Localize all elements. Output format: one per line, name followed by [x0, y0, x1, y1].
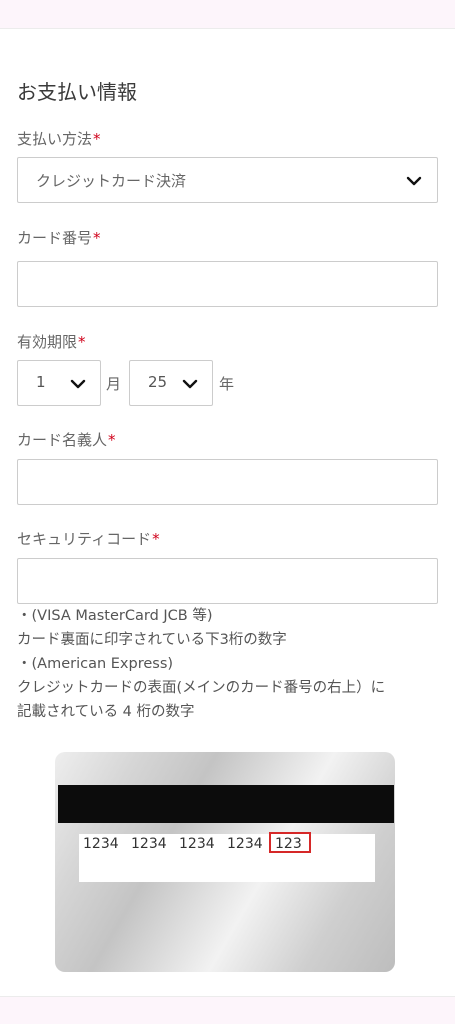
payment-form-page: お支払い情報 支払い方法* クレジットカード決済 カード番号* 有効期限* 1 …: [0, 0, 455, 1024]
security-note-line: ・(American Express): [17, 656, 174, 672]
cvv-digits: 123: [275, 836, 302, 852]
chevron-down-icon: [404, 171, 424, 191]
card-number-group: 1234: [227, 836, 263, 852]
security-note-line: カード裏面に印字されている下3桁の数字: [17, 632, 287, 648]
expiry-month-select[interactable]: 1: [17, 360, 101, 406]
section-title: お支払い情報: [17, 80, 137, 104]
security-note-line: ・(VISA MasterCard JCB 等): [17, 608, 213, 624]
security-code-input[interactable]: [17, 558, 438, 604]
payment-method-value: クレジットカード決済: [36, 172, 187, 190]
header-bar: [0, 0, 455, 29]
card-holder-input[interactable]: [17, 459, 438, 505]
card-holder-label: カード名義人*: [17, 431, 116, 449]
required-mark: *: [78, 333, 86, 351]
card-number-group: 1234: [179, 836, 215, 852]
required-mark: *: [93, 130, 101, 148]
magnetic-stripe: [58, 785, 394, 823]
month-unit: 月: [106, 375, 122, 393]
payment-method-label: 支払い方法*: [17, 130, 101, 148]
security-note-line: 記載されている 4 桁の数字: [17, 704, 195, 720]
security-note-line: クレジットカードの表面(メインのカード番号の右上）に: [17, 680, 386, 696]
required-mark: *: [108, 431, 116, 449]
footer-bar: [0, 996, 455, 1024]
card-back-illustration: 1234 1234 1234 1234 123: [55, 752, 395, 972]
expiry-label: 有効期限*: [17, 333, 86, 351]
year-unit: 年: [219, 375, 235, 393]
chevron-down-icon: [180, 374, 200, 394]
expiry-year-select[interactable]: 25: [129, 360, 213, 406]
card-number-input[interactable]: [17, 261, 438, 307]
security-code-label: セキュリティコード*: [17, 530, 160, 548]
payment-method-select[interactable]: クレジットカード決済: [17, 157, 438, 203]
expiry-year-value: 25: [148, 373, 168, 391]
required-mark: *: [152, 530, 160, 548]
card-number-label: カード番号*: [17, 229, 101, 247]
expiry-month-value: 1: [36, 373, 46, 391]
chevron-down-icon: [68, 374, 88, 394]
card-number-group: 1234: [83, 836, 119, 852]
card-number-group: 1234: [131, 836, 167, 852]
required-mark: *: [93, 229, 101, 247]
